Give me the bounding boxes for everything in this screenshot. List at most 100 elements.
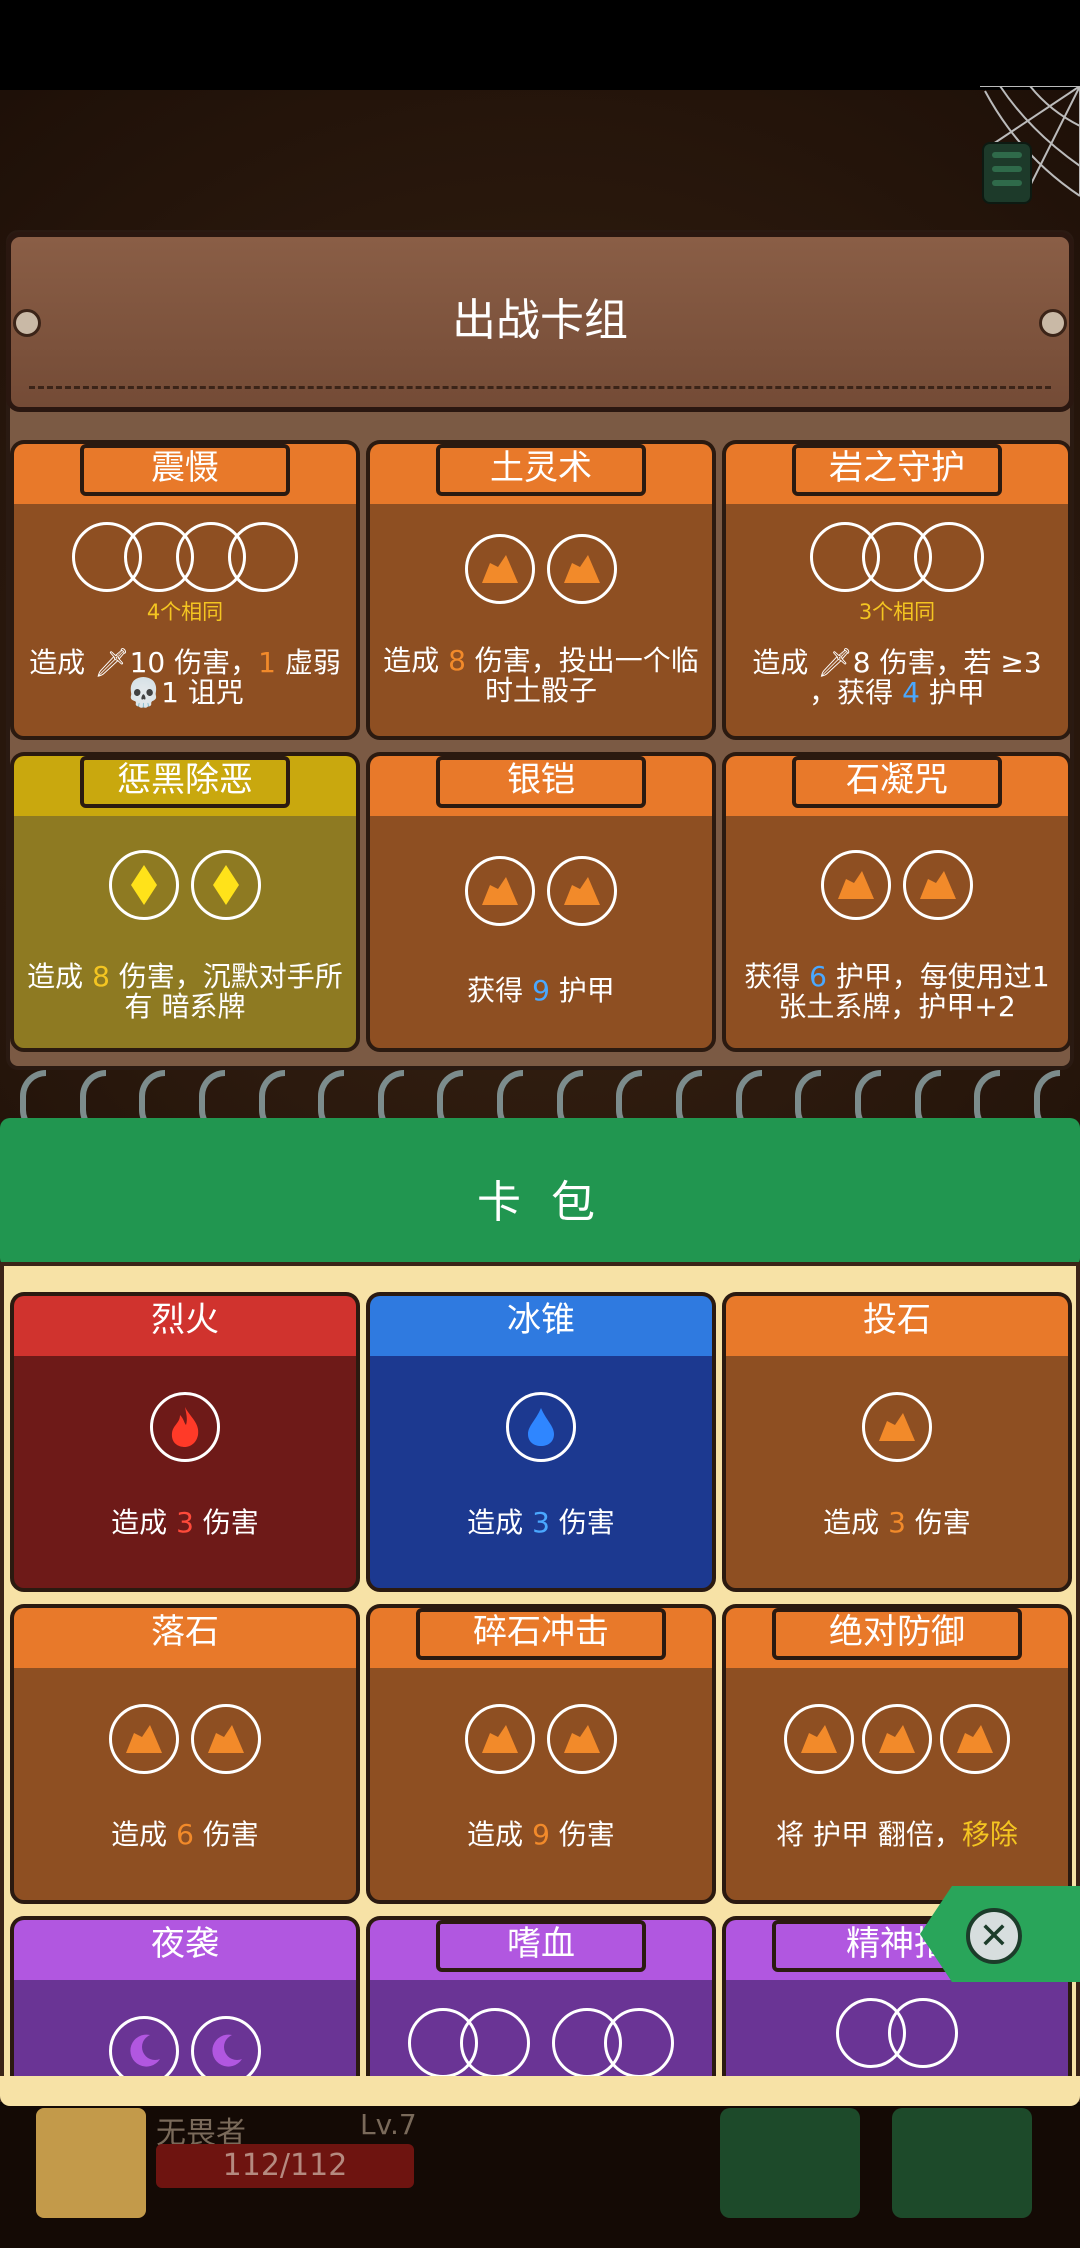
desc-part: 造成 bbox=[467, 1818, 533, 1851]
water-dice-icon bbox=[506, 1392, 576, 1462]
earth-dice-icon bbox=[862, 1392, 932, 1462]
pack-card-grid[interactable]: 烈火 造成 3 伤害 冰锥 造成 3 伤害 投石 造成 3 伤害 落石 造成 6… bbox=[0, 1268, 1080, 2076]
dark-dice-icon bbox=[191, 2016, 261, 2076]
dark-dice-icon bbox=[109, 2016, 179, 2076]
dice-slots bbox=[366, 1704, 716, 1780]
dice-slot bbox=[888, 1998, 958, 2068]
deck-title: 出战卡组 bbox=[452, 295, 628, 346]
desc-part: 💀1 诅咒 bbox=[126, 676, 244, 709]
dice-slots bbox=[10, 850, 360, 926]
deck-card-tulingshu[interactable]: 土灵术 造成 8 伤害，投出一个临时土骰子 bbox=[366, 440, 716, 740]
card-description: 获得 9 护甲 bbox=[376, 976, 706, 1006]
desc-part: 3 bbox=[888, 1506, 906, 1539]
desc-part: ，获得 bbox=[809, 676, 903, 709]
deck-card-shiningzhou[interactable]: 石凝咒 获得 6 护甲，每使用过1张土系牌，护甲+2 bbox=[722, 752, 1072, 1052]
desc-part: 虚弱 bbox=[275, 646, 341, 679]
card-description: 造成 🗡8 伤害，若 ≥3 ，获得 4 护甲 bbox=[732, 648, 1062, 708]
requirement-label: 3个相同 bbox=[858, 600, 936, 624]
dice-slots bbox=[10, 1704, 360, 1780]
dice-slots bbox=[10, 1392, 360, 1468]
card-name: 投石 bbox=[863, 1300, 931, 1340]
desc-part: 造成 bbox=[111, 1818, 177, 1851]
earth-dice-icon bbox=[465, 534, 535, 604]
pack-card-liehuo[interactable]: 烈火 造成 3 伤害 bbox=[10, 1292, 360, 1592]
dice-slots bbox=[722, 850, 1072, 926]
dice-slots bbox=[722, 1704, 1072, 1780]
card-name: 冰锥 bbox=[507, 1300, 575, 1340]
card-name: 绝对防御 bbox=[829, 1612, 965, 1652]
deck-card-zhenshe[interactable]: 震慑 4个相同 造成 🗡10 伤害，1 虚弱 💀1 诅咒 bbox=[10, 440, 360, 740]
desc-part: 伤害 bbox=[193, 1506, 259, 1539]
card-name: 银铠 bbox=[507, 760, 575, 800]
deck-card-yinkai[interactable]: 银铠 获得 9 护甲 bbox=[366, 752, 716, 1052]
desc-part: 6 bbox=[809, 960, 827, 993]
desc-part: 伤害 bbox=[549, 1506, 615, 1539]
desc-part: 6 bbox=[176, 1818, 194, 1851]
card-name: 震慑 bbox=[151, 448, 219, 488]
desc-part: ≥3 bbox=[1000, 646, 1042, 679]
cards-button[interactable] bbox=[892, 2108, 1032, 2218]
close-icon[interactable]: ✕ bbox=[966, 1908, 1022, 1964]
card-name: 落石 bbox=[151, 1612, 219, 1652]
desc-part: 护甲 bbox=[549, 974, 615, 1007]
pack-card-suishi[interactable]: 碎石冲击 造成 9 伤害 bbox=[366, 1604, 716, 1904]
hp-bar: 112/112 bbox=[156, 2144, 414, 2188]
dice-slots bbox=[366, 1392, 716, 1468]
pack-title: 卡 包 bbox=[477, 1177, 603, 1228]
fire-dice-icon bbox=[150, 1392, 220, 1462]
pack-card-yexi[interactable]: 夜袭 bbox=[10, 1916, 360, 2076]
desc-part: 9 bbox=[532, 974, 550, 1007]
dice-slot bbox=[604, 2008, 674, 2076]
earth-dice-icon bbox=[862, 1704, 932, 1774]
desc-part: 伤害 bbox=[905, 1506, 971, 1539]
dice-slot bbox=[914, 522, 984, 592]
card-name: 嗜血 bbox=[507, 1924, 575, 1964]
deck-card-chenghei[interactable]: 惩黑除恶 造成 8 伤害，沉默对手所有 暗系牌 bbox=[10, 752, 360, 1052]
desc-part: 造成 🗡10 伤害， bbox=[29, 646, 259, 679]
earth-dice-icon bbox=[465, 1704, 535, 1774]
card-description: 造成 3 伤害 bbox=[376, 1508, 706, 1538]
pack-card-toushi[interactable]: 投石 造成 3 伤害 bbox=[722, 1292, 1072, 1592]
desc-part: 1 bbox=[258, 646, 276, 679]
desc-part: 护甲+2 bbox=[918, 990, 1016, 1023]
pack-card-luoshi[interactable]: 落石 造成 6 伤害 bbox=[10, 1604, 360, 1904]
desc-part: 将 bbox=[776, 1818, 813, 1851]
earth-dice-icon bbox=[547, 856, 617, 926]
card-description: 造成 3 伤害 bbox=[20, 1508, 350, 1538]
earth-dice-icon bbox=[465, 856, 535, 926]
dice-slots bbox=[366, 534, 716, 610]
menu-icon[interactable] bbox=[982, 142, 1032, 204]
dice-slots bbox=[366, 2008, 716, 2076]
dice-slots bbox=[10, 522, 360, 598]
desc-part: 造成 bbox=[111, 1506, 177, 1539]
desc-part: 造成 bbox=[467, 1506, 533, 1539]
desc-part: 护甲 翻倍， bbox=[812, 1818, 962, 1851]
dice-slots bbox=[722, 1998, 1072, 2074]
earth-dice-icon bbox=[547, 1704, 617, 1774]
desc-part: 8 bbox=[92, 960, 110, 993]
dice-slots bbox=[366, 856, 716, 932]
card-name: 夜袭 bbox=[151, 1924, 219, 1964]
desc-part: 9 bbox=[532, 1818, 550, 1851]
desc-part: 移除 bbox=[961, 1818, 1018, 1851]
dice-slot bbox=[460, 2008, 530, 2076]
equipment-button[interactable] bbox=[720, 2108, 860, 2218]
card-description: 将 护甲 翻倍，移除 bbox=[732, 1820, 1062, 1850]
light-dice-icon bbox=[109, 850, 179, 920]
dice-slots bbox=[722, 1392, 1072, 1468]
card-description: 获得 6 护甲，每使用过1张土系牌，护甲+2 bbox=[732, 962, 1062, 1022]
header-stitch bbox=[29, 386, 1051, 389]
pack-card-shixue[interactable]: 嗜血 bbox=[366, 1916, 716, 2076]
player-level: Lv.7 bbox=[360, 2108, 417, 2141]
desc-part: 获得 bbox=[744, 960, 810, 993]
card-name: 石凝咒 bbox=[846, 760, 948, 800]
earth-dice-icon bbox=[821, 850, 891, 920]
dice-slots bbox=[10, 2016, 360, 2076]
deck-card-yanzhishouhu[interactable]: 岩之守护 3个相同 造成 🗡8 伤害，若 ≥3 ，获得 4 护甲 bbox=[722, 440, 1072, 740]
avatar[interactable] bbox=[36, 2108, 146, 2218]
desc-part: 暗系牌 bbox=[161, 990, 246, 1023]
pack-card-jueduifangyu[interactable]: 绝对防御 将 护甲 翻倍，移除 bbox=[722, 1604, 1072, 1904]
desc-part: 获得 bbox=[467, 974, 533, 1007]
card-description: 造成 8 伤害，投出一个临时土骰子 bbox=[376, 646, 706, 706]
pack-card-bingzhui[interactable]: 冰锥 造成 3 伤害 bbox=[366, 1292, 716, 1592]
